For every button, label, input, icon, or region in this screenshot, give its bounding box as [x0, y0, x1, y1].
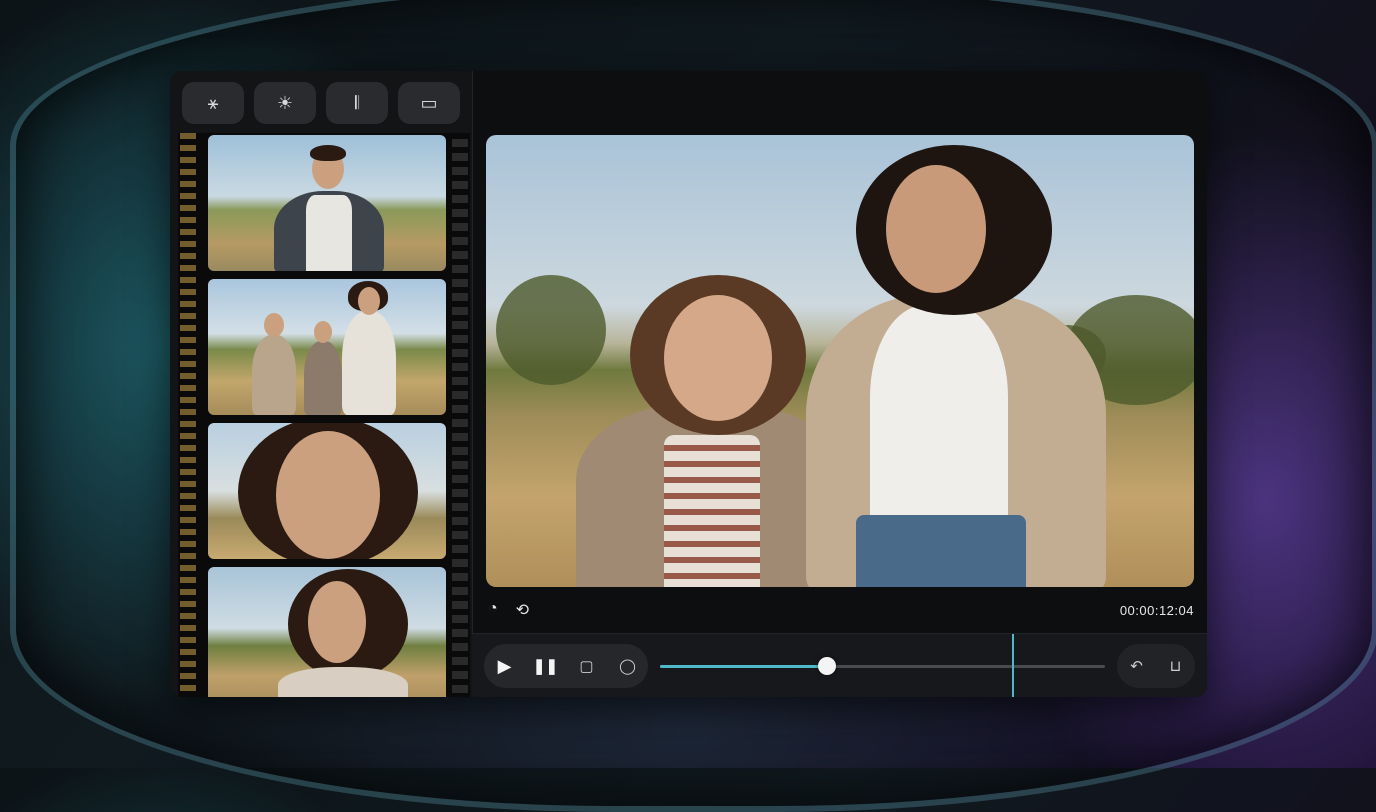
- head: [314, 321, 332, 343]
- magic-wand-icon: ⚹: [207, 92, 219, 113]
- girl-shirt: [664, 435, 760, 587]
- pause-button[interactable]: ❚❚: [531, 657, 561, 675]
- viewer-meta-row: ◔ ⟲ 00:00:12:04: [486, 599, 1194, 621]
- person-figure: [252, 335, 296, 415]
- brightness-button[interactable]: ☀: [254, 82, 316, 124]
- girl-face: [664, 295, 772, 421]
- head: [264, 313, 284, 337]
- film-perforation-right: [452, 133, 468, 697]
- edit-actions-group: ↶ ⊔: [1117, 644, 1195, 688]
- export-button[interactable]: ⊔: [1161, 657, 1191, 675]
- face: [276, 431, 380, 559]
- audio-button[interactable]: 𝄃: [326, 82, 388, 124]
- audio-waveform-icon: 𝄃: [354, 92, 360, 113]
- clip-thumbnail-2[interactable]: [208, 279, 446, 415]
- loop-icon[interactable]: ⟲: [516, 600, 529, 620]
- video-editor-window: ⚹ ☀ 𝄃 ▭ ◔ ⟲ 00:00:12:04 ▶ ❚❚ ▢ ◯ ↶ ⊔: [170, 71, 1207, 697]
- filmstrip: [178, 133, 470, 697]
- timecode: 00:00:12:04: [1119, 602, 1194, 618]
- brightness-icon: ☀: [276, 92, 294, 113]
- shirt: [278, 667, 408, 697]
- undo-button[interactable]: ↶: [1122, 657, 1152, 675]
- clip-thumbnail-1[interactable]: [208, 135, 446, 271]
- preview-viewer[interactable]: [486, 135, 1194, 587]
- clip-thumbnail-4[interactable]: [208, 567, 446, 697]
- timer-icon[interactable]: ◔: [488, 600, 498, 620]
- head: [358, 287, 380, 315]
- timeline-progress: [660, 665, 827, 668]
- person-figure: [342, 311, 396, 415]
- clip-thumbnail-3[interactable]: [208, 423, 446, 559]
- shirt: [306, 195, 352, 271]
- woman-face: [886, 165, 986, 293]
- tree: [496, 275, 606, 385]
- viewer-meta-icons: ◔ ⟲: [486, 600, 529, 620]
- woman-jeans: [856, 515, 1026, 587]
- woman-shirt: [870, 305, 1008, 535]
- film-perforation-left: [180, 133, 196, 697]
- playhead-marker[interactable]: [1012, 634, 1014, 697]
- captions-icon: ▭: [420, 92, 438, 113]
- play-button[interactable]: ▶: [490, 656, 520, 677]
- person-figure: [304, 341, 342, 415]
- transport-group: ▶ ❚❚ ▢ ◯: [484, 644, 648, 688]
- face: [308, 581, 366, 663]
- scrubber-handle[interactable]: [817, 657, 836, 675]
- timeline-scrubber[interactable]: [660, 657, 1105, 675]
- hair: [310, 145, 346, 161]
- crop-button[interactable]: ▢: [572, 657, 602, 675]
- playback-controls: ▶ ❚❚ ▢ ◯ ↶ ⊔: [472, 633, 1207, 697]
- magic-wand-button[interactable]: ⚹: [182, 82, 244, 124]
- clip-panel: ⚹ ☀ 𝄃 ▭: [170, 71, 473, 697]
- tool-bar: ⚹ ☀ 𝄃 ▭: [182, 82, 460, 124]
- comment-button[interactable]: ◯: [613, 657, 643, 675]
- captions-button[interactable]: ▭: [398, 82, 460, 124]
